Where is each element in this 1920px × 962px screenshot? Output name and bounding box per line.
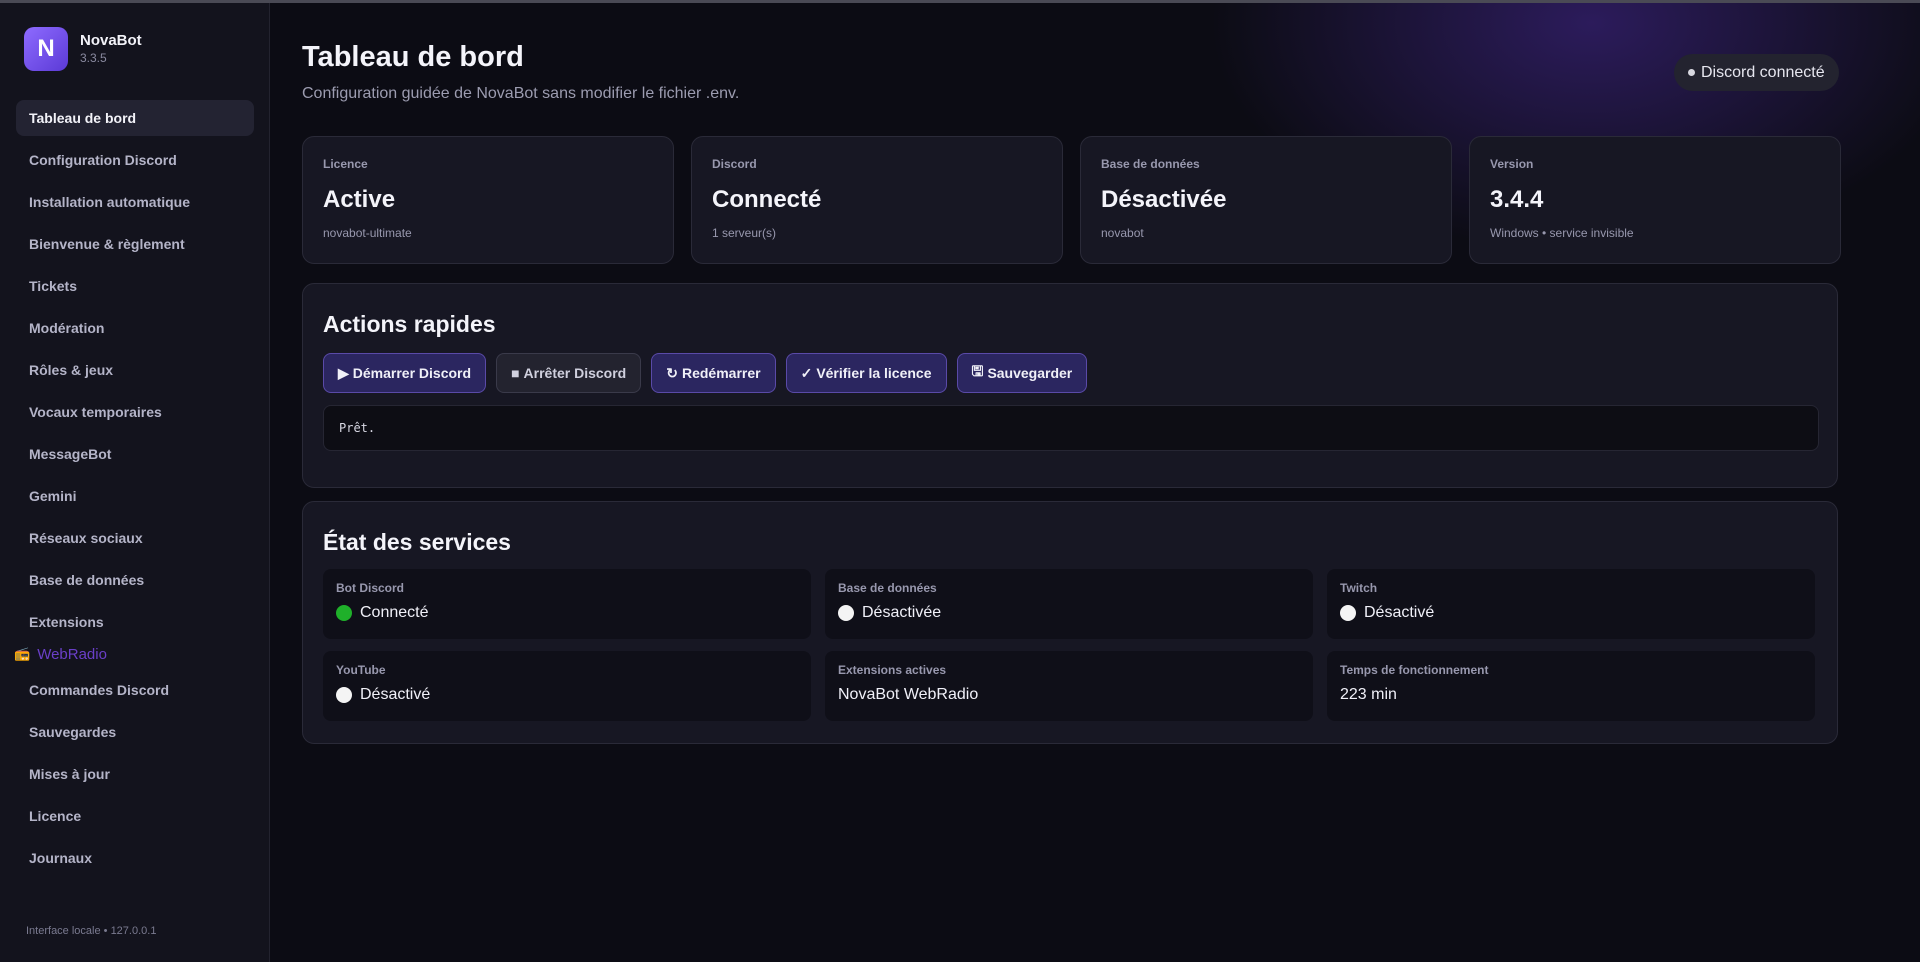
service-card-bot-discord: Bot Discord Connecté [323,569,811,639]
quick-actions-panel: Actions rapides ▶ Démarrer Discord ■ Arr… [302,283,1838,488]
stat-value: Désactivée [1101,186,1227,213]
stat-detail: novabot-ultimate [323,226,412,240]
status-off-icon [838,605,854,621]
refresh-icon: ↻ [666,364,678,381]
stat-cards: Licence Active novabot-ultimate Discord … [302,136,1841,264]
app-version: 3.3.5 [80,51,107,65]
service-value: Désactivée [862,604,942,621]
services-title: État des services [323,529,511,555]
stat-value: 3.4.4 [1490,186,1544,213]
sidebar-item-reseaux-sociaux[interactable]: Réseaux sociaux [16,520,254,556]
play-icon: ▶ [338,364,349,381]
sidebar-item-extensions[interactable]: Extensions [16,604,254,640]
service-card-extensions-actives: Extensions actives NovaBot WebRadio [825,651,1313,721]
stat-label: Version [1490,157,1534,171]
save-label: Sauvegarder [987,365,1073,381]
services-status-panel: État des services Bot Discord Connecté B… [302,501,1838,744]
service-label: Bot Discord [336,581,405,595]
sidebar: N NovaBot 3.3.5 Tableau de bord Configur… [0,3,270,962]
service-card-base-de-donnees: Base de données Désactivée [825,569,1313,639]
sidebar-item-configuration-discord[interactable]: Configuration Discord [16,142,254,178]
page-title: Tableau de bord [302,41,524,73]
sidebar-item-gemini[interactable]: Gemini [16,478,254,514]
stat-label: Licence [323,157,368,171]
discord-status-badge: Discord connecté [1674,54,1839,91]
radio-icon: 📻 [14,646,31,661]
quick-actions-toolbar: ▶ Démarrer Discord ■ Arrêter Discord ↻ R… [323,353,1088,393]
sidebar-item-roles-jeux[interactable]: Rôles & jeux [16,352,254,388]
main-content: Tableau de bord Configuration guidée de … [271,3,1920,962]
stop-icon: ■ [511,365,520,381]
sidebar-item-bienvenue-reglement[interactable]: Bienvenue & règlement [16,226,254,262]
sidebar-item-sauvegardes[interactable]: Sauvegardes [16,714,254,750]
service-card-twitch: Twitch Désactivé [1327,569,1815,639]
service-value: Désactivé [360,686,431,703]
stop-discord-button[interactable]: ■ Arrêter Discord [496,353,642,393]
stat-detail: 1 serveur(s) [712,226,777,240]
discord-status-label: Discord connecté [1701,63,1825,81]
service-label: YouTube [336,663,386,677]
service-label: Extensions actives [838,663,947,677]
service-value: Connecté [360,604,429,621]
start-discord-label: Démarrer Discord [352,365,472,381]
sidebar-item-tickets[interactable]: Tickets [16,268,254,304]
sidebar-item-webradio[interactable]: 📻 WebRadio [14,643,254,665]
sidebar-item-mises-a-jour[interactable]: Mises à jour [16,756,254,792]
start-discord-button[interactable]: ▶ Démarrer Discord [323,353,487,393]
sidebar-item-tableau-de-bord[interactable]: Tableau de bord [16,100,254,136]
page-subtitle: Configuration guidée de NovaBot sans mod… [302,85,740,102]
sidebar-item-base-de-donnees[interactable]: Base de données [16,562,254,598]
stat-card-version: Version 3.4.4 Windows • service invisibl… [1469,136,1841,264]
window-top-border [0,0,1920,3]
sidebar-item-messagebot[interactable]: MessageBot [16,436,254,472]
stat-card-licence: Licence Active novabot-ultimate [302,136,674,264]
stat-card-discord: Discord Connecté 1 serveur(s) [691,136,1063,264]
service-label: Twitch [1340,581,1378,595]
sidebar-item-webradio-label: WebRadio [37,645,107,663]
service-card-uptime: Temps de fonctionnement 223 min [1327,651,1815,721]
floppy-disk-icon: 🖫 [971,363,984,379]
sidebar-item-commandes-discord[interactable]: Commandes Discord [16,672,254,708]
service-value: 223 min [1340,686,1397,703]
stat-detail: Windows • service invisible [1490,226,1634,240]
restart-button[interactable]: ↻ Redémarrer [651,353,776,393]
verify-license-label: Vérifier la licence [816,365,932,381]
status-on-icon [336,605,352,621]
service-card-youtube: YouTube Désactivé [323,651,811,721]
stat-card-base-de-donnees: Base de données Désactivée novabot [1080,136,1452,264]
sidebar-footer: Interface locale • 127.0.0.1 [26,925,157,937]
status-off-icon [336,687,352,703]
sidebar-item-vocaux-temporaires[interactable]: Vocaux temporaires [16,394,254,430]
brand: N NovaBot 3.3.5 [24,27,142,71]
sidebar-item-licence[interactable]: Licence [16,798,254,834]
sidebar-item-journaux[interactable]: Journaux [16,840,254,876]
stop-discord-label: Arrêter Discord [523,365,627,381]
stat-label: Discord [712,157,757,171]
restart-label: Redémarrer [681,365,761,381]
quick-actions-title: Actions rapides [323,311,496,337]
check-icon: ✓ [800,364,813,381]
app-name: NovaBot [80,32,142,49]
save-button[interactable]: 🖫 Sauvegarder [956,353,1088,393]
app-logo: N [24,27,68,71]
status-off-icon [1340,605,1356,621]
services-grid: Bot Discord Connecté Base de données Dés… [323,569,1815,721]
stat-label: Base de données [1101,157,1200,171]
service-value: Désactivé [1364,604,1435,621]
sidebar-item-moderation[interactable]: Modération [16,310,254,346]
service-value: NovaBot WebRadio [838,686,979,703]
service-label: Temps de fonctionnement [1340,663,1489,677]
stat-detail: novabot [1101,226,1144,240]
sidebar-nav: Tableau de bord Configuration Discord In… [14,100,254,882]
action-output-console: Prêt. [323,405,1819,451]
service-label: Base de données [838,581,937,595]
stat-value: Connecté [712,186,822,213]
verify-license-button[interactable]: ✓ Vérifier la licence [785,353,947,393]
status-dot-icon [1688,69,1695,76]
sidebar-item-installation-automatique[interactable]: Installation automatique [16,184,254,220]
stat-value: Active [323,186,396,213]
